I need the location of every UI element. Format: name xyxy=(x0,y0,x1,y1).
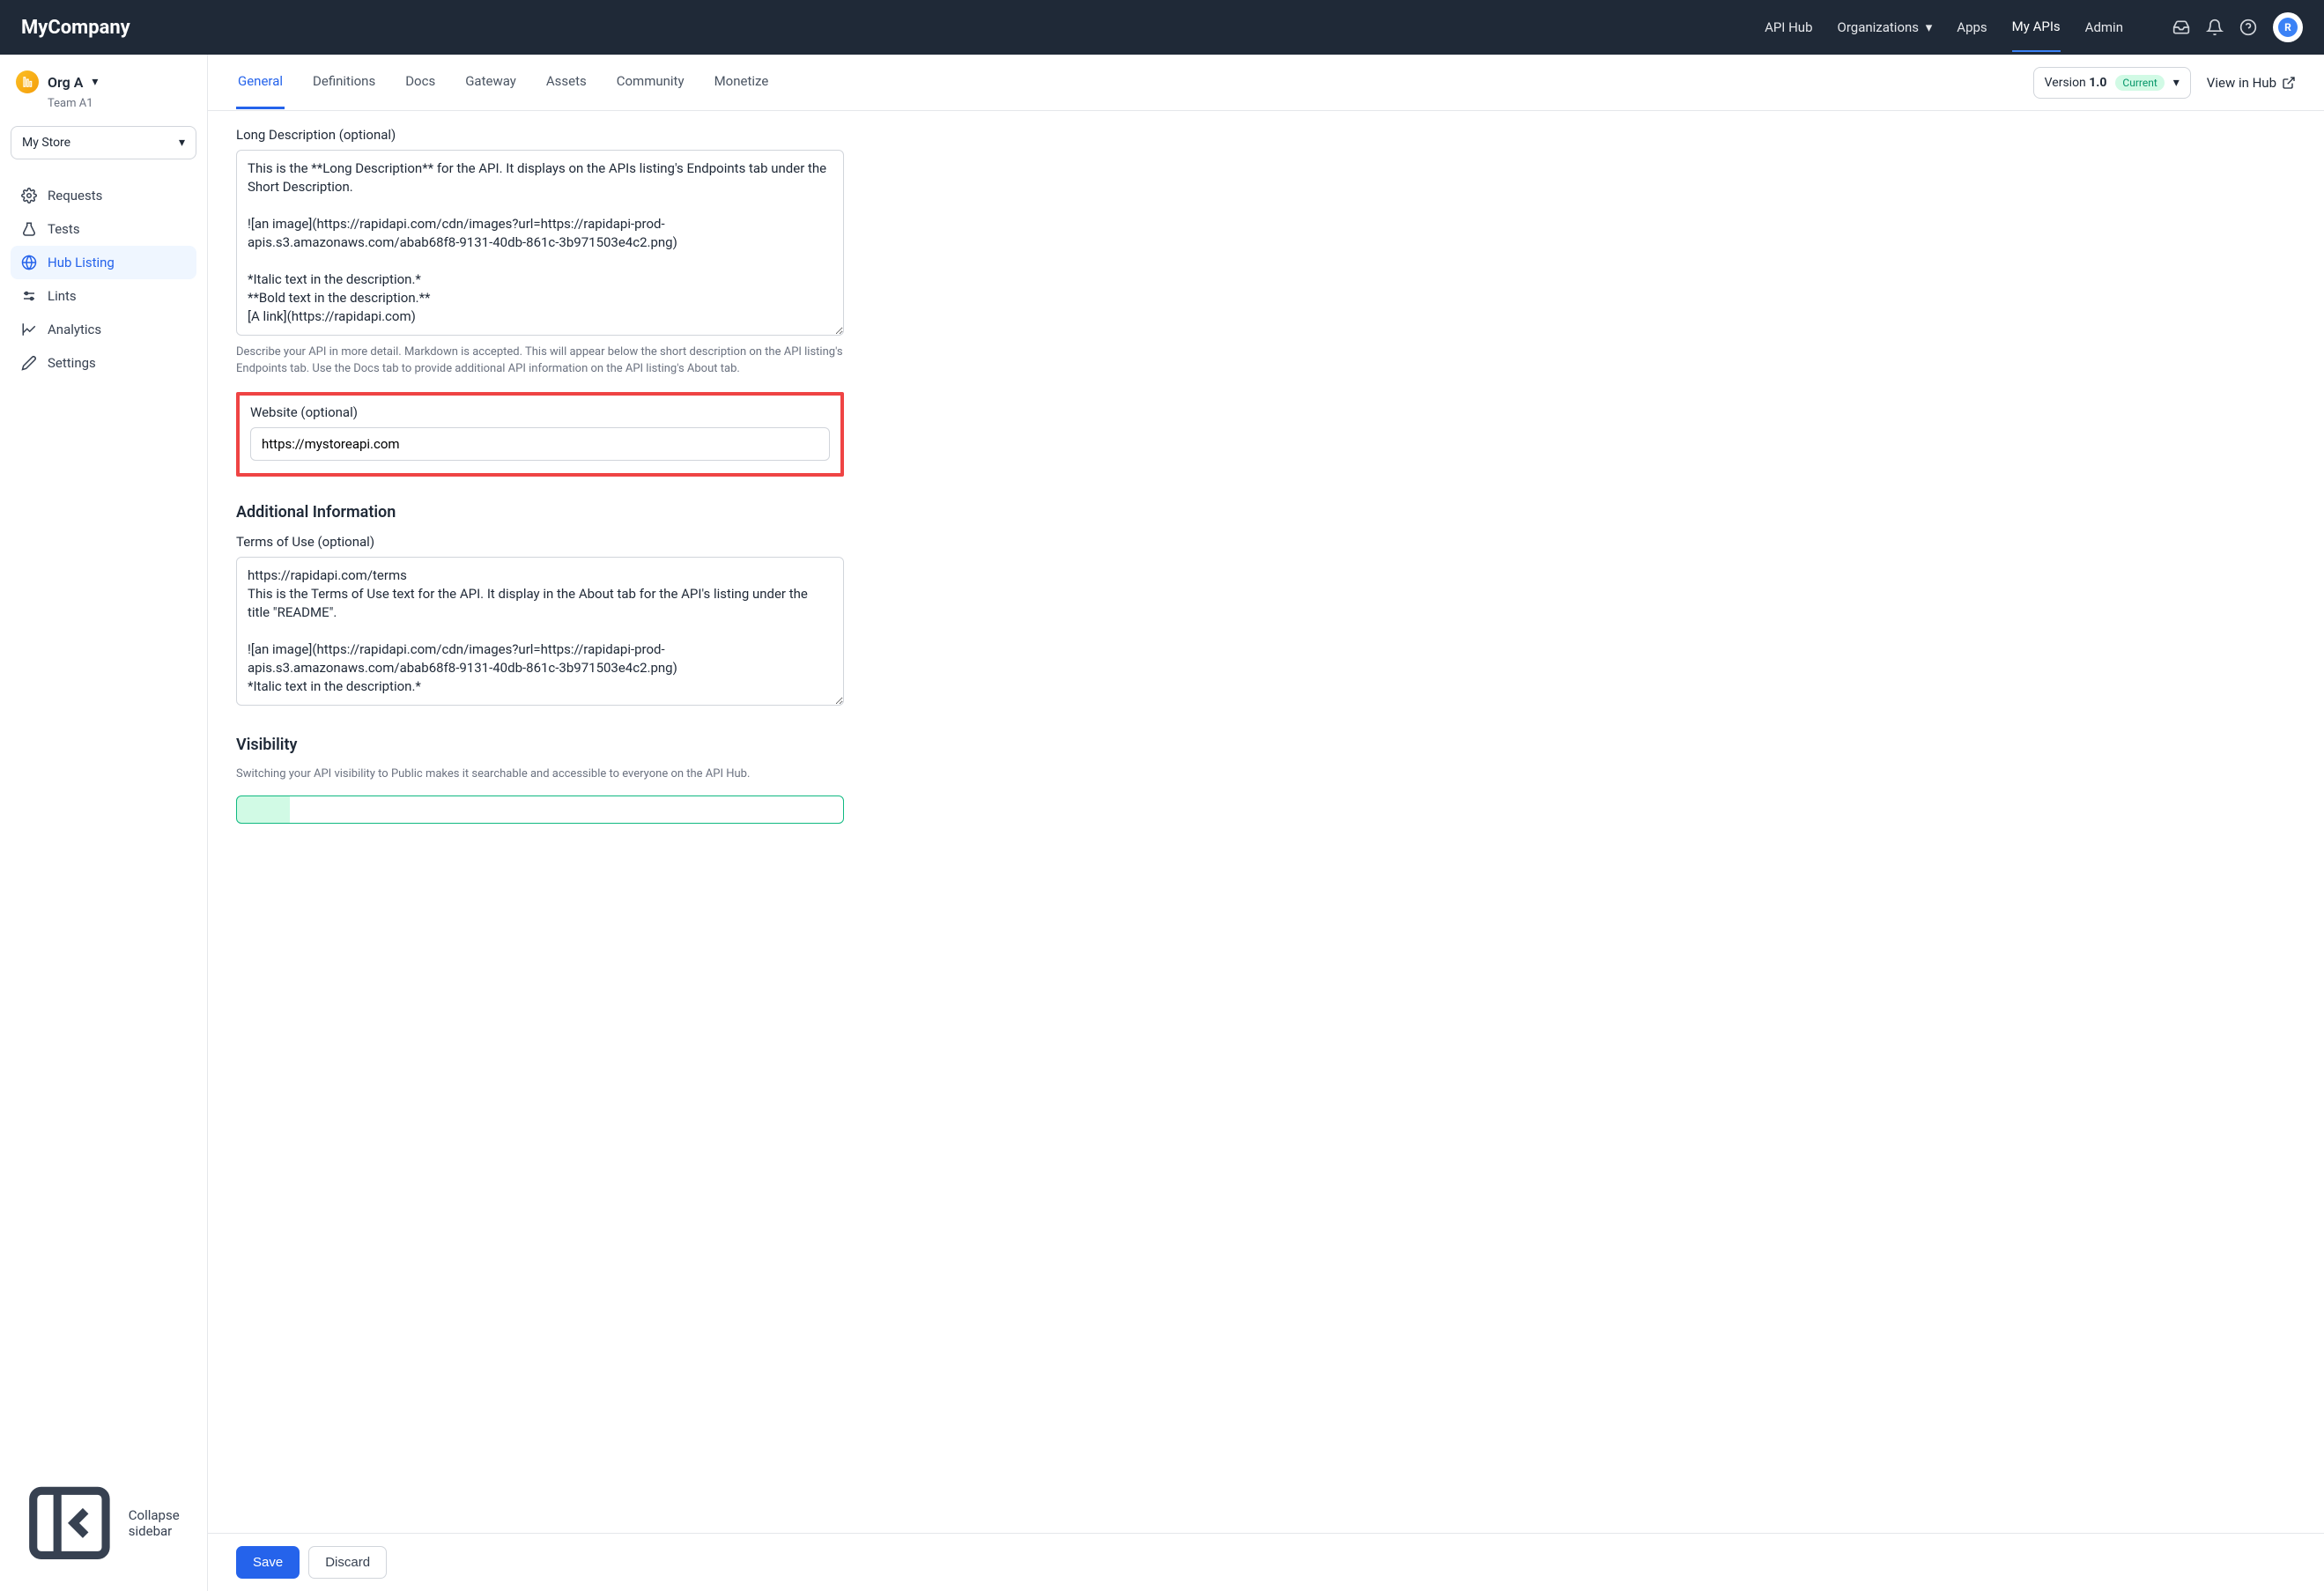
sidebar-item-label: Lints xyxy=(48,288,77,304)
sidebar-item-requests[interactable]: Requests xyxy=(11,179,196,212)
chevron-down-icon: ▾ xyxy=(1926,19,1933,35)
sidebar-item-label: Analytics xyxy=(48,322,101,337)
tab-docs[interactable]: Docs xyxy=(403,56,437,109)
chevron-down-icon: ▾ xyxy=(2173,76,2180,90)
visibility-heading: Visibility xyxy=(236,736,844,754)
sliders-icon xyxy=(21,288,37,304)
flask-icon xyxy=(21,221,37,237)
inbox-icon[interactable] xyxy=(2172,18,2190,36)
nav-organizations-label: Organizations xyxy=(1838,19,1920,35)
chart-icon xyxy=(21,322,37,337)
nav-api-hub[interactable]: API Hub xyxy=(1765,19,1812,35)
sidebar-item-label: Tests xyxy=(48,221,80,237)
tab-assets[interactable]: Assets xyxy=(544,56,588,109)
content-tabs: General Definitions Docs Gateway Assets … xyxy=(236,56,770,109)
view-in-hub-link[interactable]: View in Hub xyxy=(2207,75,2296,91)
website-input[interactable] xyxy=(250,427,830,461)
org-icon xyxy=(16,70,39,93)
help-icon[interactable] xyxy=(2239,18,2257,36)
sidebar-item-analytics[interactable]: Analytics xyxy=(11,313,196,346)
visibility-alert xyxy=(236,796,844,824)
website-label: Website (optional) xyxy=(250,404,830,420)
long-description-help: Describe your API in more detail. Markdo… xyxy=(236,344,844,378)
sidebar-item-label: Hub Listing xyxy=(48,255,115,270)
pencil-icon xyxy=(21,355,37,371)
long-description-label: Long Description (optional) xyxy=(236,127,844,143)
org-selector[interactable]: Org A ▾ xyxy=(11,70,196,97)
avatar-letter: R xyxy=(2278,18,2298,37)
sidebar-item-label: Requests xyxy=(48,188,102,204)
nav-my-apis[interactable]: My APIs xyxy=(2012,18,2061,52)
brand-logo: MyCompany xyxy=(21,17,130,39)
bell-icon[interactable] xyxy=(2206,18,2224,36)
tab-monetize[interactable]: Monetize xyxy=(713,56,771,109)
save-button[interactable]: Save xyxy=(236,1546,300,1579)
collapse-icon xyxy=(21,1475,118,1572)
version-label: Version 1.0 xyxy=(2045,76,2107,90)
nav-apps[interactable]: Apps xyxy=(1957,19,1987,35)
tab-gateway[interactable]: Gateway xyxy=(463,56,518,109)
org-name: Org A xyxy=(48,74,83,91)
main-header: General Definitions Docs Gateway Assets … xyxy=(208,55,2324,111)
visibility-help: Switching your API visibility to Public … xyxy=(236,766,844,783)
content-area: Long Description (optional) Describe you… xyxy=(208,111,2324,1533)
sidebar-item-lints[interactable]: Lints xyxy=(11,279,196,313)
tab-general[interactable]: General xyxy=(236,56,285,109)
terms-input[interactable] xyxy=(236,557,844,706)
globe-icon xyxy=(21,255,37,270)
version-number: 1.0 xyxy=(2089,76,2106,90)
view-in-hub-label: View in Hub xyxy=(2207,75,2276,91)
version-prefix: Version xyxy=(2045,76,2090,90)
nav-admin[interactable]: Admin xyxy=(2085,19,2123,35)
tab-definitions[interactable]: Definitions xyxy=(311,56,377,109)
header-nav: API Hub Organizations ▾ Apps My APIs Adm… xyxy=(1765,12,2303,42)
discard-button[interactable]: Discard xyxy=(308,1546,387,1579)
sidebar-item-settings[interactable]: Settings xyxy=(11,346,196,380)
additional-information-heading: Additional Information xyxy=(236,503,844,522)
tab-community[interactable]: Community xyxy=(615,56,686,109)
version-badge: Current xyxy=(2115,75,2164,91)
chevron-down-icon: ▾ xyxy=(92,75,98,89)
sidebar: Org A ▾ Team A1 My Store ▾ Requests Test… xyxy=(0,55,208,1591)
store-select-label: My Store xyxy=(22,136,70,150)
top-header: MyCompany API Hub Organizations ▾ Apps M… xyxy=(0,0,2324,55)
header-icons: R xyxy=(2172,12,2303,42)
terms-label: Terms of Use (optional) xyxy=(236,534,844,550)
version-selector[interactable]: Version 1.0 Current ▾ xyxy=(2033,67,2191,99)
action-bar: Save Discard xyxy=(208,1533,2324,1591)
team-name: Team A1 xyxy=(11,97,196,110)
website-field-highlight: Website (optional) xyxy=(236,392,844,477)
sidebar-item-label: Settings xyxy=(48,355,96,371)
chevron-down-icon: ▾ xyxy=(179,136,185,150)
avatar[interactable]: R xyxy=(2273,12,2303,42)
gear-icon xyxy=(21,188,37,204)
nav-organizations[interactable]: Organizations ▾ xyxy=(1838,19,1933,35)
sidebar-item-hub-listing[interactable]: Hub Listing xyxy=(11,246,196,279)
store-select[interactable]: My Store ▾ xyxy=(11,126,196,159)
long-description-input[interactable] xyxy=(236,150,844,336)
collapse-sidebar-button[interactable]: Collapse sidebar xyxy=(11,1466,196,1580)
external-link-icon xyxy=(2282,76,2296,90)
sidebar-item-tests[interactable]: Tests xyxy=(11,212,196,246)
collapse-sidebar-label: Collapse sidebar xyxy=(129,1507,186,1539)
